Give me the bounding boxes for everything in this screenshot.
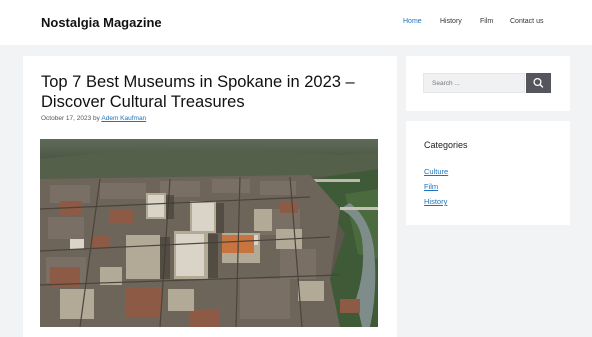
search-icon (526, 77, 551, 96)
author-link[interactable]: Adem Kaufman (101, 115, 146, 122)
category-link-history[interactable]: History (424, 197, 447, 206)
nav-item-history[interactable]: History (440, 18, 462, 25)
post-by: by (93, 115, 100, 122)
post-date: October 17, 2023 (41, 115, 92, 122)
post-meta: October 17, 2023 by Adem Kaufman (41, 115, 146, 122)
category-link-film[interactable]: Film (424, 182, 438, 191)
category-link-culture[interactable]: Culture (424, 167, 448, 176)
search-button[interactable] (526, 73, 551, 93)
article: Top 7 Best Museums in Spokane in 2023 – … (23, 56, 397, 337)
site-header: Nostalgia Magazine Home History Film Con… (0, 0, 592, 45)
featured-image (40, 139, 378, 327)
main-nav: Home History Film Contact us (0, 18, 592, 30)
categories-widget: Categories Culture Film History (406, 121, 570, 225)
nav-item-home[interactable]: Home (403, 18, 422, 25)
search-input[interactable] (423, 73, 525, 93)
search-widget (406, 56, 570, 111)
nav-item-film[interactable]: Film (480, 18, 493, 25)
post-title: Top 7 Best Museums in Spokane in 2023 – … (41, 73, 355, 111)
nav-item-contact-us[interactable]: Contact us (510, 18, 543, 25)
categories-title: Categories (424, 140, 468, 150)
